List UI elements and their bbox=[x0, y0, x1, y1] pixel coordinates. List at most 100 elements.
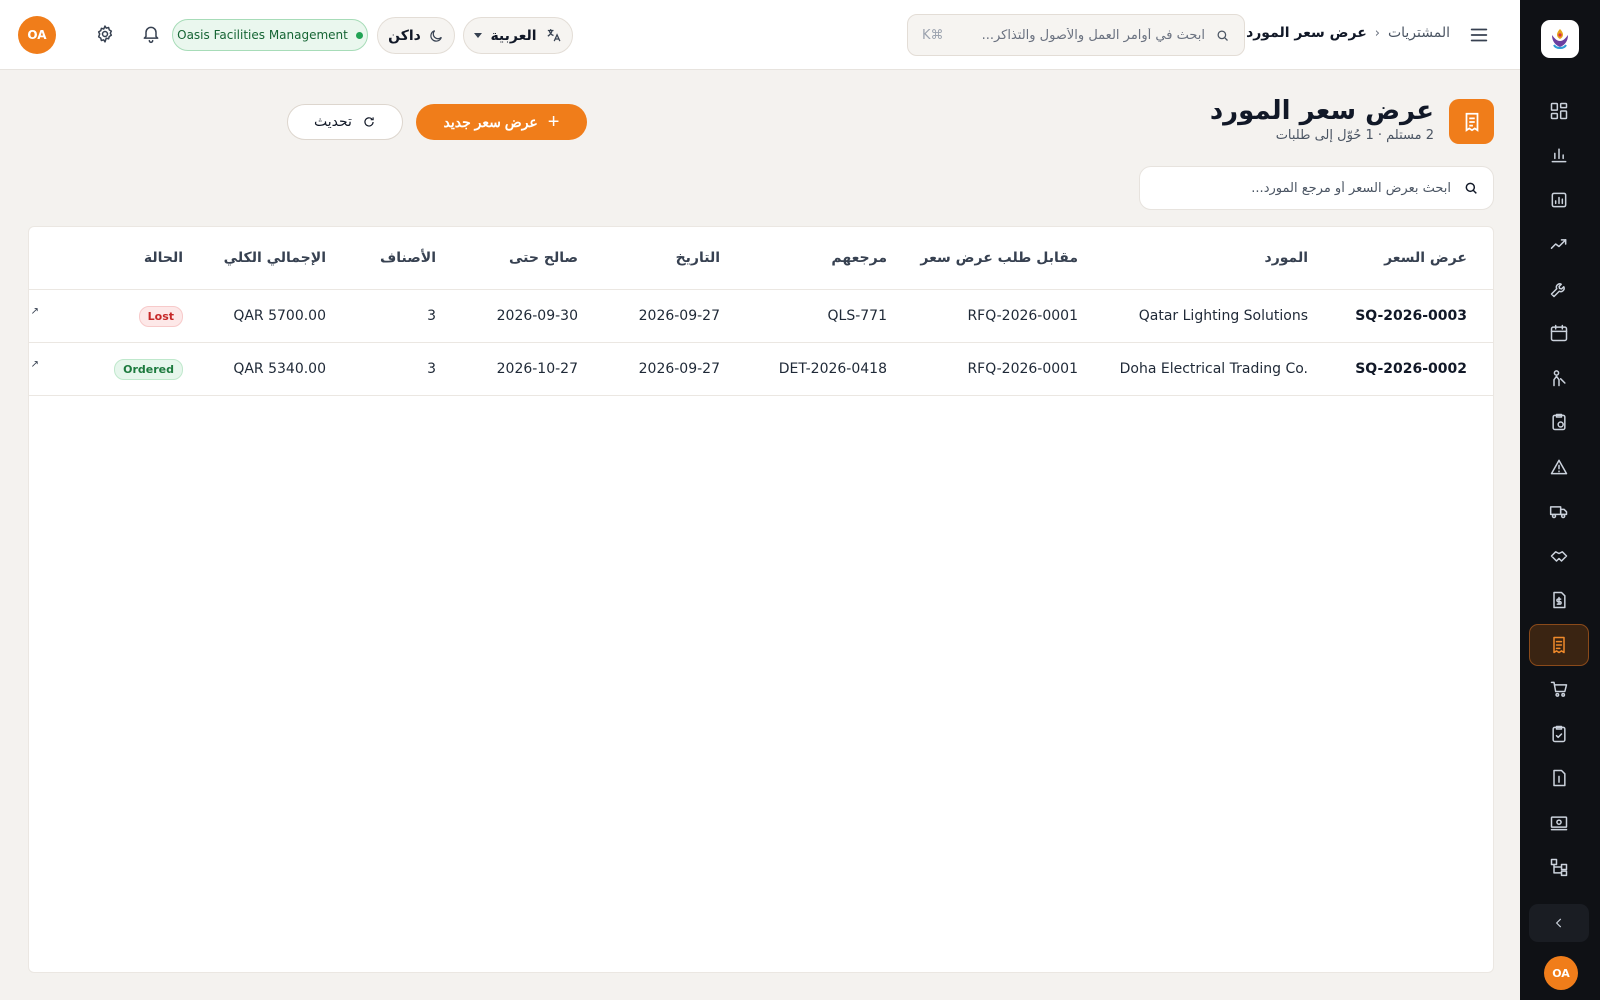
sidebar-collapse-button[interactable] bbox=[1529, 904, 1589, 942]
total-amount: QAR 5340.00 bbox=[233, 361, 326, 377]
column-header-items[interactable]: الأصناف bbox=[380, 227, 436, 289]
table-row[interactable]: SQ-2026-0003 Qatar Lighting Solutions RF… bbox=[29, 290, 1493, 343]
sidebar-item-analytics[interactable] bbox=[1529, 134, 1589, 176]
user-avatar[interactable]: OA bbox=[18, 16, 56, 54]
quote-search[interactable] bbox=[1139, 166, 1494, 210]
column-header-supplier[interactable]: المورد bbox=[1265, 227, 1308, 289]
rfq-reference: RFQ-2026-0001 bbox=[967, 308, 1078, 324]
status-dot bbox=[355, 31, 363, 39]
status-badge: Lost bbox=[138, 305, 183, 327]
payment-icon bbox=[1550, 816, 1568, 831]
sidebar-item-fleet[interactable] bbox=[1529, 490, 1589, 532]
sidebar-item-incidents[interactable] bbox=[1529, 446, 1589, 488]
row-action-icon[interactable]: ↗ bbox=[29, 306, 39, 320]
new-quote-button[interactable]: + عرض سعر جديد bbox=[416, 104, 587, 140]
caret-down-icon bbox=[474, 33, 483, 38]
search-icon bbox=[1465, 182, 1477, 194]
supplier-quote-icon bbox=[1553, 636, 1565, 654]
quote-number[interactable]: SQ-2026-0002 bbox=[1355, 343, 1467, 395]
table-row[interactable]: SQ-2026-0002 Doha Electrical Trading Co.… bbox=[29, 343, 1493, 396]
sidebar-item-schedules[interactable] bbox=[1529, 401, 1589, 443]
quote-number[interactable]: SQ-2026-0003 bbox=[1355, 290, 1467, 342]
search-icon bbox=[1217, 30, 1228, 41]
search-shortcut-hint: ⌘K bbox=[922, 27, 944, 43]
bar-chart-icon bbox=[1551, 148, 1567, 163]
sidebar-item-dashboard[interactable] bbox=[1529, 90, 1589, 132]
sidebar-item-organization[interactable] bbox=[1529, 846, 1589, 888]
sidebar-item-payments[interactable] bbox=[1529, 802, 1589, 844]
sidebar-item-reports[interactable] bbox=[1529, 179, 1589, 221]
breadcrumb: المشتريات ‹ عرض سعر المورد bbox=[1246, 25, 1450, 41]
sidebar-item-bills[interactable] bbox=[1529, 757, 1589, 799]
global-search[interactable]: ⌘K bbox=[907, 14, 1245, 56]
column-header-their-ref[interactable]: مرجعهم bbox=[831, 227, 887, 289]
column-header-rfq[interactable]: مقابل طلب عرض سعر bbox=[920, 227, 1078, 289]
column-header-quote[interactable]: عرض السعر bbox=[1384, 227, 1467, 289]
warning-triangle-icon bbox=[1550, 459, 1568, 475]
column-header-valid-until[interactable]: صالح حتى bbox=[509, 227, 578, 289]
total-amount: QAR 5700.00 bbox=[233, 308, 326, 324]
sidebar-item-technicians[interactable] bbox=[1529, 357, 1589, 399]
supplier-quote-icon bbox=[1465, 112, 1478, 132]
notifications-button[interactable] bbox=[139, 24, 161, 46]
rfq-reference: RFQ-2026-0001 bbox=[967, 361, 1078, 377]
language-switcher[interactable]: العربية bbox=[463, 17, 573, 54]
quote-search-input[interactable] bbox=[1154, 180, 1451, 196]
sidebar-item-receipts[interactable] bbox=[1529, 713, 1589, 755]
supplier-name: Qatar Lighting Solutions bbox=[1138, 308, 1308, 324]
reports-icon bbox=[1551, 192, 1567, 208]
sidebar-item-calendar[interactable] bbox=[1529, 312, 1589, 354]
supplier-name: Doha Electrical Trading Co. bbox=[1119, 361, 1308, 377]
document-dollar-icon bbox=[1553, 769, 1566, 787]
refresh-icon bbox=[364, 117, 374, 127]
sidebar-item-contracts[interactable] bbox=[1529, 535, 1589, 577]
sidebar-item-invoices[interactable] bbox=[1529, 579, 1589, 621]
handshake-icon bbox=[1550, 551, 1568, 562]
organization-badge[interactable]: Oasis Facilities Management bbox=[172, 19, 368, 51]
breadcrumb-parent[interactable]: المشتريات bbox=[1388, 25, 1450, 41]
row-action-icon[interactable]: ↗ bbox=[29, 359, 39, 373]
global-search-input[interactable] bbox=[953, 27, 1205, 43]
new-quote-label: عرض سعر جديد bbox=[443, 113, 538, 130]
technician-icon bbox=[1553, 370, 1566, 387]
clipboard-clock-icon bbox=[1552, 413, 1566, 431]
page-title: عرض سعر المورد bbox=[1209, 96, 1434, 126]
page-subtitle: 2 مستلم · 1 حُوّل إلى طلبات bbox=[1275, 128, 1434, 143]
quotes-table: عرض السعر المورد مقابل طلب عرض سعر مرجعه… bbox=[28, 226, 1494, 973]
theme-label: داكن bbox=[388, 27, 421, 44]
top-header: المشتريات ‹ عرض سعر المورد ⌘K العربية دا… bbox=[0, 0, 1520, 70]
organization-name: Oasis Facilities Management bbox=[177, 28, 348, 42]
bell-icon bbox=[143, 26, 159, 44]
sidebar: OA bbox=[1520, 0, 1600, 1000]
calendar-icon bbox=[1550, 324, 1568, 342]
quote-date: 2026-09-27 bbox=[638, 361, 720, 377]
sidebar-item-supplier-quotes[interactable] bbox=[1529, 624, 1589, 666]
sidebar-item-maintenance[interactable] bbox=[1529, 268, 1589, 310]
hierarchy-icon bbox=[1550, 858, 1568, 877]
refresh-button[interactable]: تحديث bbox=[287, 104, 403, 140]
theme-toggle[interactable]: داكن bbox=[377, 17, 455, 54]
page-icon bbox=[1449, 99, 1494, 144]
sidebar-user-avatar[interactable]: OA bbox=[1544, 956, 1578, 990]
logo-icon bbox=[1552, 29, 1568, 49]
invoice-dollar-icon bbox=[1553, 591, 1566, 609]
dashboard-grid-icon bbox=[1550, 102, 1568, 120]
plus-icon: + bbox=[547, 111, 560, 133]
settings-button[interactable] bbox=[93, 24, 115, 46]
clipboard-check-icon bbox=[1552, 725, 1566, 743]
valid-until-date: 2026-10-27 bbox=[496, 361, 578, 377]
hamburger-icon bbox=[1470, 28, 1488, 42]
truck-icon bbox=[1549, 506, 1568, 519]
valid-until-date: 2026-09-30 bbox=[496, 308, 578, 324]
sidebar-item-trends[interactable] bbox=[1529, 223, 1589, 265]
app-logo[interactable] bbox=[1541, 20, 1579, 58]
supplier-reference: DET-2026-0418 bbox=[778, 361, 887, 377]
column-header-status[interactable]: الحالة bbox=[144, 227, 183, 289]
column-header-total[interactable]: الإجمالي الكلي bbox=[224, 227, 326, 289]
quote-date: 2026-09-27 bbox=[638, 308, 720, 324]
chevron-left-icon bbox=[1555, 918, 1562, 928]
column-header-date[interactable]: التاريخ bbox=[676, 227, 720, 289]
menu-toggle-button[interactable] bbox=[1466, 22, 1492, 48]
table-header: عرض السعر المورد مقابل طلب عرض سعر مرجعه… bbox=[29, 227, 1493, 290]
sidebar-item-purchase-orders[interactable] bbox=[1529, 668, 1589, 710]
